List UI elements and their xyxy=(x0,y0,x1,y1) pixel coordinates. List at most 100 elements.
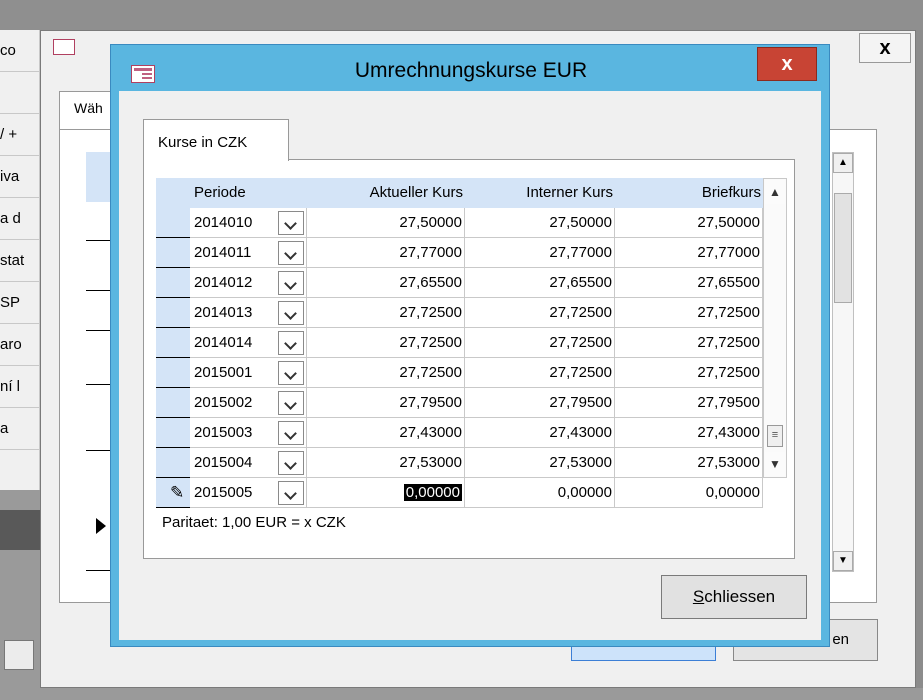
periode-combo[interactable]: 2015002 xyxy=(190,388,307,418)
interner-kurs-cell[interactable]: 27,77000 xyxy=(465,238,615,268)
record-selector[interactable] xyxy=(156,268,190,298)
selected-text[interactable]: 0,00000 xyxy=(403,484,462,501)
briefkurs-cell[interactable]: 27,72500 xyxy=(615,298,763,328)
briefkurs-cell[interactable]: 27,53000 xyxy=(615,448,763,478)
table-row[interactable]: 2014012 27,65500 27,65500 27,65500 xyxy=(156,268,791,298)
table-row-editing[interactable]: ✎ 2015005 0,00000 0,00000 0,00000 xyxy=(156,478,791,508)
table-row[interactable]: 2014013 27,72500 27,72500 27,72500 xyxy=(156,298,791,328)
list-item[interactable]: ní l xyxy=(0,366,39,408)
table-row[interactable]: 2015001 27,72500 27,72500 27,72500 xyxy=(156,358,791,388)
column-header-periode[interactable]: Periode xyxy=(190,178,307,208)
aktueller-kurs-cell[interactable]: 27,65500 xyxy=(307,268,465,298)
schliessen-button[interactable]: Schliessen xyxy=(661,575,807,619)
periode-combo[interactable]: 2015004 xyxy=(190,448,307,478)
record-selector[interactable] xyxy=(156,358,190,388)
scroll-thumb[interactable] xyxy=(834,193,852,303)
middle-scrollbar[interactable]: ▲ ▼ xyxy=(832,152,854,572)
briefkurs-cell[interactable]: 27,50000 xyxy=(615,208,763,238)
record-selector-header[interactable] xyxy=(156,178,190,208)
periode-combo[interactable]: 2015005 xyxy=(190,478,307,508)
interner-kurs-cell[interactable]: 27,65500 xyxy=(465,268,615,298)
table-row[interactable]: 2015002 27,79500 27,79500 27,79500 xyxy=(156,388,791,418)
scroll-thumb[interactable]: ≡ xyxy=(767,425,783,447)
record-selector[interactable] xyxy=(156,418,190,448)
chevron-down-icon[interactable] xyxy=(278,271,304,295)
interner-kurs-cell[interactable]: 27,53000 xyxy=(465,448,615,478)
column-header-interner-kurs[interactable]: Interner Kurs xyxy=(465,178,615,208)
briefkurs-cell[interactable]: 27,77000 xyxy=(615,238,763,268)
triangle-down-icon[interactable]: ▼ xyxy=(833,551,853,571)
record-selector[interactable]: ✎ xyxy=(156,478,190,508)
triangle-up-icon[interactable]: ▲ xyxy=(765,180,785,204)
briefkurs-cell[interactable]: 0,00000 xyxy=(615,478,763,508)
list-item[interactable]: SP xyxy=(0,282,39,324)
periode-combo[interactable]: 2014012 xyxy=(190,268,307,298)
periode-combo[interactable]: 2014013 xyxy=(190,298,307,328)
list-item[interactable]: stat xyxy=(0,240,39,282)
chevron-down-icon[interactable] xyxy=(278,361,304,385)
record-selector[interactable] xyxy=(156,388,190,418)
aktueller-kurs-cell[interactable]: 27,72500 xyxy=(307,298,465,328)
record-selector[interactable] xyxy=(156,448,190,478)
aktueller-kurs-cell[interactable]: 27,72500 xyxy=(307,328,465,358)
chevron-down-icon[interactable] xyxy=(278,391,304,415)
interner-kurs-cell[interactable]: 27,72500 xyxy=(465,358,615,388)
grid-scrollbar[interactable]: ▲ ≡ ▼ xyxy=(763,178,787,478)
table-row[interactable]: 2014011 27,77000 27,77000 27,77000 xyxy=(156,238,791,268)
briefkurs-cell[interactable]: 27,65500 xyxy=(615,268,763,298)
briefkurs-cell[interactable]: 27,79500 xyxy=(615,388,763,418)
briefkurs-cell[interactable]: 27,72500 xyxy=(615,328,763,358)
interner-kurs-cell[interactable]: 27,50000 xyxy=(465,208,615,238)
list-item[interactable]: a xyxy=(0,408,39,450)
periode-combo[interactable]: 2014010 xyxy=(190,208,307,238)
periode-combo[interactable]: 2015003 xyxy=(190,418,307,448)
list-item[interactable]: / + xyxy=(0,114,39,156)
chevron-down-icon[interactable] xyxy=(278,301,304,325)
record-selector[interactable] xyxy=(156,238,190,268)
record-selector[interactable] xyxy=(156,328,190,358)
list-item[interactable]: aro xyxy=(0,324,39,366)
periode-combo[interactable]: 2014011 xyxy=(190,238,307,268)
list-item[interactable]: a d xyxy=(0,198,39,240)
column-header-aktueller-kurs[interactable]: Aktueller Kurs xyxy=(307,178,465,208)
background-button[interactable] xyxy=(4,640,34,670)
list-item[interactable]: co xyxy=(0,30,39,72)
aktueller-kurs-cell[interactable]: 0,00000 xyxy=(307,478,465,508)
triangle-down-icon[interactable]: ▼ xyxy=(765,452,785,476)
column-header-briefkurs[interactable]: Briefkurs xyxy=(615,178,763,208)
briefkurs-cell[interactable]: 27,43000 xyxy=(615,418,763,448)
aktueller-kurs-cell[interactable]: 27,77000 xyxy=(307,238,465,268)
close-button[interactable]: x xyxy=(757,47,817,81)
list-item[interactable]: iva xyxy=(0,156,39,198)
briefkurs-cell[interactable]: 27,72500 xyxy=(615,358,763,388)
table-row[interactable]: 2015003 27,43000 27,43000 27,43000 xyxy=(156,418,791,448)
aktueller-kurs-cell[interactable]: 27,43000 xyxy=(307,418,465,448)
record-selector[interactable] xyxy=(156,298,190,328)
table-row[interactable]: 2014014 27,72500 27,72500 27,72500 xyxy=(156,328,791,358)
chevron-down-icon[interactable] xyxy=(278,421,304,445)
periode-combo[interactable]: 2014014 xyxy=(190,328,307,358)
interner-kurs-cell[interactable]: 0,00000 xyxy=(465,478,615,508)
interner-kurs-cell[interactable]: 27,72500 xyxy=(465,328,615,358)
middle-close-button[interactable]: x xyxy=(859,33,911,63)
list-item[interactable] xyxy=(0,72,39,114)
chevron-down-icon[interactable] xyxy=(278,331,304,355)
aktueller-kurs-cell[interactable]: 27,53000 xyxy=(307,448,465,478)
interner-kurs-cell[interactable]: 27,72500 xyxy=(465,298,615,328)
periode-combo[interactable]: 2015001 xyxy=(190,358,307,388)
triangle-up-icon[interactable]: ▲ xyxy=(833,153,853,173)
chevron-down-icon[interactable] xyxy=(278,481,304,505)
table-row[interactable]: 2015004 27,53000 27,53000 27,53000 xyxy=(156,448,791,478)
chevron-down-icon[interactable] xyxy=(278,211,304,235)
button-label: chliessen xyxy=(704,587,776,606)
record-selector[interactable] xyxy=(156,208,190,238)
interner-kurs-cell[interactable]: 27,43000 xyxy=(465,418,615,448)
aktueller-kurs-cell[interactable]: 27,72500 xyxy=(307,358,465,388)
chevron-down-icon[interactable] xyxy=(278,451,304,475)
table-row[interactable]: 2014010 27,50000 27,50000 27,50000 xyxy=(156,208,791,238)
tab-kurse-in-czk[interactable]: Kurse in CZK xyxy=(143,119,289,161)
aktueller-kurs-cell[interactable]: 27,50000 xyxy=(307,208,465,238)
chevron-down-icon[interactable] xyxy=(278,241,304,265)
interner-kurs-cell[interactable]: 27,79500 xyxy=(465,388,615,418)
aktueller-kurs-cell[interactable]: 27,79500 xyxy=(307,388,465,418)
